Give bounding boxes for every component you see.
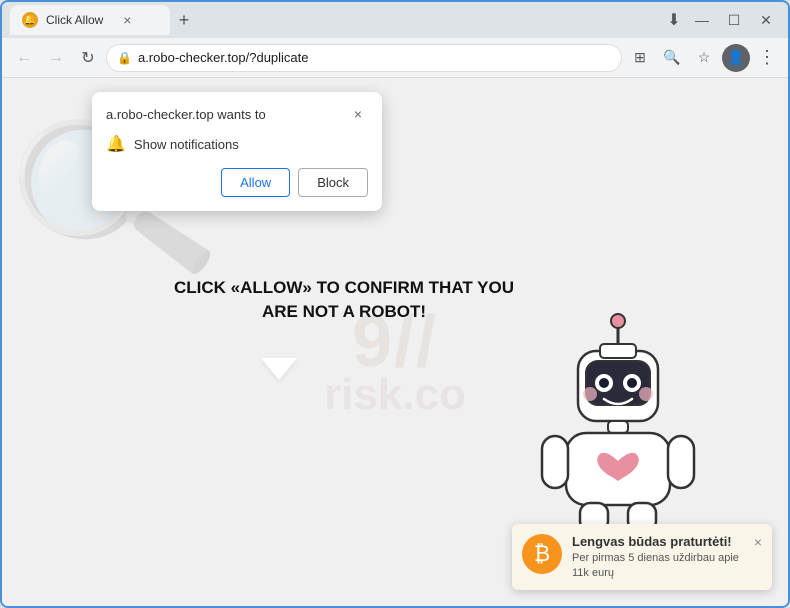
address-input[interactable]: 🔒 a.robo-checker.top/?duplicate — [106, 44, 622, 72]
popup-title: a.robo-checker.top wants to — [106, 107, 266, 122]
popup-header: a.robo-checker.top wants to × — [106, 104, 368, 124]
search-icon[interactable]: 🔍 — [658, 44, 686, 72]
refresh-button[interactable]: ↻ — [74, 44, 102, 72]
watermark-text2: risk.co — [324, 370, 466, 420]
window-controls: — ☐ ✕ — [688, 6, 780, 34]
title-bar: 🔔 Click Allow × + ⬇ — ☐ ✕ — [2, 2, 788, 38]
download-icon[interactable]: ⬇ — [660, 6, 688, 34]
tab-favicon: 🔔 — [22, 12, 38, 28]
crypto-text: Lengvas būdas praturtėti! Per pirmas 5 d… — [572, 534, 744, 580]
profile-icon[interactable]: 👤 — [722, 44, 750, 72]
block-button[interactable]: Block — [298, 168, 368, 197]
close-button[interactable]: ✕ — [752, 6, 780, 34]
back-button[interactable]: ← — [10, 44, 38, 72]
browser-tab[interactable]: 🔔 Click Allow × — [10, 5, 170, 35]
popup-buttons: Allow Block — [106, 168, 368, 197]
allow-button[interactable]: Allow — [221, 168, 290, 197]
main-text-line1: CLICK «ALLOW» TO CONFIRM THAT YOU — [174, 276, 514, 300]
new-tab-button[interactable]: + — [170, 6, 198, 34]
popup-notification-row: 🔔 Show notifications — [106, 134, 368, 154]
lock-icon: 🔒 — [117, 51, 132, 65]
bookmark-icon[interactable]: ☆ — [690, 44, 718, 72]
address-right-icons: ⊞ 🔍 ☆ 👤 ⋮ — [626, 44, 780, 72]
speech-bubble-tail — [261, 358, 297, 380]
menu-button[interactable]: ⋮ — [754, 47, 780, 68]
popup-notification-text: Show notifications — [134, 137, 239, 152]
translate-icon[interactable]: ⊞ — [626, 44, 654, 72]
robot-character — [528, 306, 728, 546]
page-main-text: CLICK «ALLOW» TO CONFIRM THAT YOU ARE NO… — [174, 276, 514, 324]
crypto-close-button[interactable]: × — [754, 534, 762, 550]
tab-close-button[interactable]: × — [119, 12, 135, 28]
url-text: a.robo-checker.top/?duplicate — [138, 50, 611, 65]
crypto-icon: ₿ — [522, 534, 562, 574]
forward-button[interactable]: → — [42, 44, 70, 72]
browser-window: 🔔 Click Allow × + ⬇ — ☐ ✕ ← → ↻ 🔒 a.robo… — [0, 0, 790, 608]
page-content: 🔍 9// risk.co CLICK «ALLOW» TO CONFIRM T… — [2, 78, 788, 606]
crypto-title: Lengvas būdas praturtėti! — [572, 534, 744, 549]
popup-close-button[interactable]: × — [348, 104, 368, 124]
minimize-button[interactable]: — — [688, 6, 716, 34]
crypto-toast: ₿ Lengvas būdas praturtėti! Per pirmas 5… — [512, 524, 772, 590]
title-bar-left: 🔔 Click Allow × + — [10, 5, 660, 35]
maximize-button[interactable]: ☐ — [720, 6, 748, 34]
crypto-body: Per pirmas 5 dienas uždirbau apie 11k eu… — [572, 551, 744, 580]
main-text-line2: ARE NOT A ROBOT! — [174, 300, 514, 324]
notification-popup: a.robo-checker.top wants to × 🔔 Show not… — [92, 92, 382, 211]
tab-title: Click Allow — [46, 13, 103, 27]
bell-icon: 🔔 — [106, 134, 126, 154]
address-bar: ← → ↻ 🔒 a.robo-checker.top/?duplicate ⊞ … — [2, 38, 788, 78]
